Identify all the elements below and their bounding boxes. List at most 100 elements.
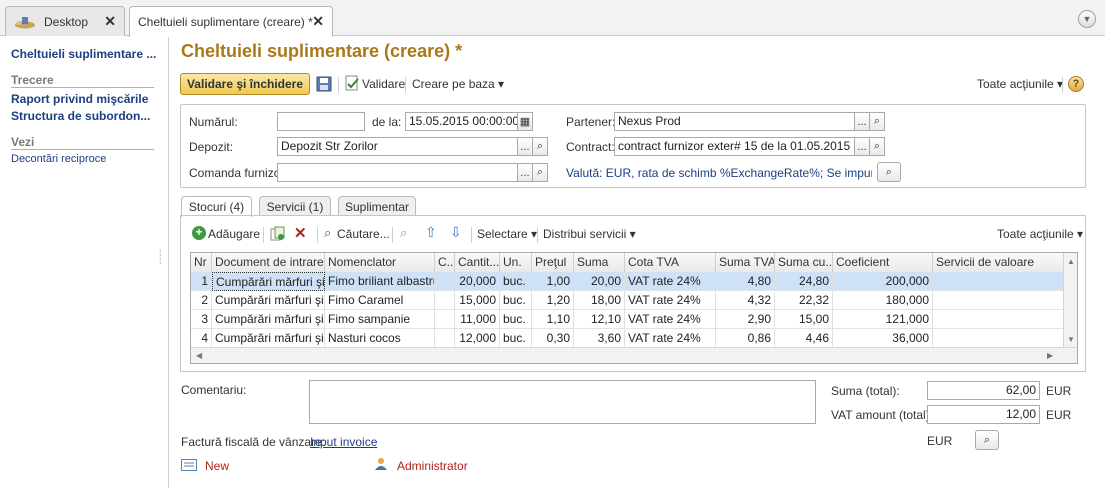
close-icon[interactable]: ✕ <box>312 14 324 28</box>
create-based-on-menu[interactable]: Creare pe baza ▾ <box>412 77 504 91</box>
currency-label: EUR <box>927 434 953 448</box>
user-icon <box>374 457 388 471</box>
divider <box>471 227 472 243</box>
column-header[interactable]: Document de intrare <box>212 253 325 272</box>
table-cell <box>435 291 455 310</box>
table-cell: 2 <box>191 291 212 310</box>
currency-label: EUR <box>1046 384 1072 398</box>
column-header[interactable]: Suma cu... <box>775 253 833 272</box>
stocks-table: Nr Document de intrare Nomenclator C... … <box>190 252 1078 364</box>
help-icon[interactable]: ? <box>1068 76 1084 92</box>
move-down-icon[interactable]: ⇩ <box>450 224 462 241</box>
table-cell: 121,000 <box>833 310 933 329</box>
table-cell: Cumpărări mărfuri şi... <box>212 291 325 310</box>
select-button[interactable]: ... <box>517 163 533 182</box>
close-icon[interactable]: ✕ <box>104 14 116 28</box>
table-cell: Fimo sampanie <box>325 310 435 329</box>
add-button[interactable]: Adăugare <box>208 227 260 241</box>
vertical-scrollbar[interactable]: ▲ ▼ <box>1063 253 1077 348</box>
table-cell: 1 <box>191 272 212 291</box>
find-icon[interactable]: ⌕ <box>400 225 407 241</box>
warehouse-field[interactable]: Depozit Str Zorilor <box>277 137 518 156</box>
move-up-icon[interactable]: ⇧ <box>425 224 437 241</box>
validate-button[interactable]: Validare <box>362 77 405 91</box>
sidebar-item-settlements[interactable]: Decontări reciproce <box>11 153 106 165</box>
table-row[interactable]: 3 Cumpărări mărfuri şi... Fimo sampanie … <box>191 310 1064 329</box>
tab-services[interactable]: Servicii (1) <box>259 196 331 216</box>
search-icon[interactable]: ⌕ <box>869 112 885 131</box>
divider <box>338 77 339 93</box>
contract-field[interactable]: contract furnizor exter# 15 de la 01.05.… <box>614 137 855 156</box>
post-document-icon <box>344 75 360 91</box>
column-header[interactable]: Preţul <box>532 253 574 272</box>
table-cell <box>933 329 1064 348</box>
table-cell: 4 <box>191 329 212 348</box>
copy-icon[interactable] <box>270 226 285 241</box>
distribute-services-menu[interactable]: Distribui servicii ▾ <box>543 227 636 241</box>
search-icon[interactable]: ⌕ <box>975 430 999 450</box>
date-field[interactable]: 15.05.2015 00:00:00 <box>405 112 518 131</box>
column-header[interactable]: Servicii de valoare <box>933 253 1064 272</box>
sidebar-section-title: Vezi <box>11 135 35 149</box>
table-cell: 2,90 <box>716 310 775 329</box>
partner-field[interactable]: Nexus Prod <box>614 112 855 131</box>
save-icon[interactable] <box>316 76 332 92</box>
column-header[interactable]: Cantit... <box>455 253 500 272</box>
search-icon: ⌕ <box>324 225 332 240</box>
table-row[interactable]: 4 Cumpărări mărfuri şi... Nasturi cocos … <box>191 329 1064 348</box>
comment-label: Comentariu: <box>181 383 247 397</box>
delete-icon[interactable]: ✕ <box>294 224 307 242</box>
table-row[interactable]: 2 Cumpărări mărfuri şi... Fimo Caramel 1… <box>191 291 1064 310</box>
vat-total-field: 12,00 <box>927 405 1040 424</box>
table-cell[interactable]: Cumpărări mărfuri şi... <box>212 272 325 291</box>
number-field[interactable] <box>277 112 365 131</box>
column-header[interactable]: C... <box>435 253 455 272</box>
select-menu[interactable]: Selectare ▾ <box>477 227 537 241</box>
tab-desktop[interactable]: Desktop ✕ <box>5 6 125 36</box>
partner-label: Partener: <box>566 115 616 129</box>
tab-additional-costs-label: Cheltuieli suplimentare (creare) * <box>138 15 313 29</box>
tab-stocks[interactable]: Stocuri (4) <box>181 196 252 217</box>
table-row[interactable]: 1 Cumpărări mărfuri şi... Fimo briliant … <box>191 272 1064 291</box>
table-cell: Cumpărări mărfuri şi... <box>212 310 325 329</box>
search-icon[interactable]: ⌕ <box>869 137 885 156</box>
grid-all-actions-menu[interactable]: Toate acţiunile ▾ <box>997 227 1083 241</box>
column-header[interactable]: Coeficient <box>833 253 933 272</box>
horizontal-scrollbar[interactable]: ◀ ▶ <box>191 347 1077 363</box>
select-button[interactable]: ... <box>854 137 870 156</box>
search-icon[interactable]: ⌕ <box>532 163 548 182</box>
contract-label: Contract: <box>566 140 615 154</box>
column-header[interactable]: Un. <box>500 253 532 272</box>
table-cell: buc. <box>500 272 532 291</box>
select-button[interactable]: ... <box>517 137 533 156</box>
column-header[interactable]: Cota TVA <box>625 253 716 272</box>
search-icon[interactable]: ⌕ <box>877 162 901 182</box>
sum-total-field: 62,00 <box>927 381 1040 400</box>
column-header[interactable]: Nomenclator <box>325 253 435 272</box>
search-button[interactable]: Căutare... <box>337 227 390 241</box>
table-cell: 1,00 <box>532 272 574 291</box>
column-header[interactable]: Suma <box>574 253 625 272</box>
table-cell: 20,00 <box>574 272 625 291</box>
tab-additional[interactable]: Suplimentar <box>338 196 416 216</box>
table-cell: VAT rate 24% <box>625 272 716 291</box>
tab-additional-costs[interactable]: Cheltuieli suplimentare (creare) * ✕ <box>129 6 333 37</box>
supplier-order-field[interactable] <box>277 163 518 182</box>
sidebar-item-movement-report[interactable]: Raport privind mişcările <box>11 92 161 106</box>
chevron-down-icon[interactable]: ▼ <box>1078 10 1096 28</box>
sidebar-item-subordination[interactable]: Structura de subordon... <box>11 109 161 123</box>
table-cell: 3,60 <box>574 329 625 348</box>
sidebar-item-additional-costs[interactable]: Cheltuieli suplimentare ... <box>11 47 161 61</box>
table-cell: Fimo Caramel <box>325 291 435 310</box>
validate-close-button[interactable]: Validare şi închidere <box>180 73 310 95</box>
splitter-handle[interactable]: ⁞ ⁞ <box>159 249 162 266</box>
input-invoice-link[interactable]: Input invoice <box>310 435 377 449</box>
select-button[interactable]: ... <box>854 112 870 131</box>
column-header[interactable]: Suma TVA <box>716 253 775 272</box>
comment-field[interactable] <box>309 380 816 424</box>
column-header[interactable]: Nr <box>191 253 212 272</box>
calendar-icon[interactable]: ▦ <box>517 112 533 131</box>
all-actions-menu[interactable]: Toate acţiunile ▾ <box>977 77 1063 91</box>
search-icon[interactable]: ⌕ <box>532 137 548 156</box>
author-name: Administrator <box>397 459 468 473</box>
